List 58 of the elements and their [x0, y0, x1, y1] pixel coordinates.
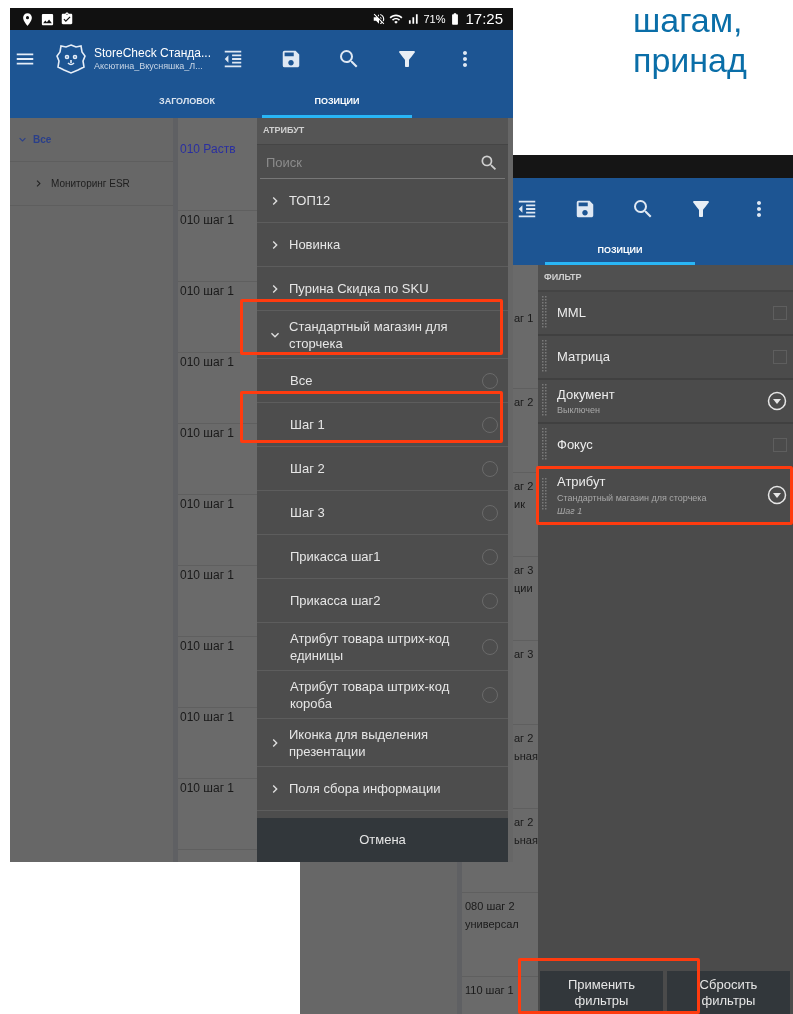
dropdown-circle-icon[interactable] [767, 485, 787, 506]
filter-row[interactable]: Матрица [538, 336, 793, 380]
attribute-item[interactable]: ТОП12 [257, 179, 508, 223]
filter-label: Атрибут [557, 473, 607, 491]
attribute-option[interactable]: Все [257, 359, 508, 403]
mute-icon [372, 12, 387, 26]
cancel-button[interactable]: Отмена [257, 818, 508, 862]
filter-label: MML [557, 304, 587, 323]
slide-heading: принад [633, 40, 747, 80]
slide-heading: шагам, [633, 0, 744, 40]
filter-row[interactable]: MML [538, 292, 793, 336]
filter-row[interactable]: Атрибут Стандартный магазин для сторчека Шаг 1 [538, 468, 793, 525]
attribute-option[interactable]: Шаг 1 [257, 403, 508, 447]
drag-handle-icon [542, 478, 547, 513]
attribute-item[interactable]: Стандартный магазин для сторчека [257, 311, 508, 359]
filter-button[interactable]: Применить фильтры [540, 971, 663, 1014]
app-title: StoreCheck Станда... [94, 45, 213, 61]
app-subtitle: Аксютина_Вкусняшка_Л... [94, 60, 204, 73]
filter-row[interactable]: Фокус [538, 424, 793, 468]
filter-label: Фокус [557, 436, 594, 455]
image-icon [40, 11, 55, 27]
attribute-item[interactable]: Поля сбора информации [257, 767, 508, 811]
drag-handle-icon [542, 428, 547, 462]
attribute-item[interactable]: Иконка для выделения презентации [257, 719, 508, 767]
drag-handle-icon [542, 340, 547, 374]
filter-label: Матрица [557, 348, 612, 367]
tab[interactable]: ЗАГОЛОВОК [112, 88, 262, 118]
wifi-icon [389, 12, 404, 26]
drag-handle-icon [542, 296, 547, 330]
location-pin-icon [20, 11, 35, 27]
indent-icon[interactable] [516, 198, 538, 220]
clock-time: 17:25 [465, 8, 503, 29]
attribute-option[interactable]: Прикасса шаг2 [257, 579, 508, 623]
search-field[interactable]: Поиск [260, 147, 479, 179]
attribute-option[interactable]: Шаг 2 [257, 447, 508, 491]
save-icon[interactable] [280, 48, 302, 70]
clipboard-check-icon [60, 12, 74, 26]
attribute-item[interactable]: Новинка [257, 223, 508, 267]
attribute-item[interactable]: Пурина Скидка по SKU [257, 267, 508, 311]
filter-value: Стандартный магазин для сторчека [557, 491, 708, 505]
attribute-option[interactable]: Прикасса шаг1 [257, 535, 508, 579]
filter-detail: Шаг 1 [557, 505, 584, 518]
attribute-option[interactable]: Атрибут товара штрих-код короба [257, 671, 508, 719]
panel-title: ФИЛЬТР [538, 265, 793, 292]
dropdown-circle-icon[interactable] [767, 391, 787, 411]
signal-icon [406, 12, 421, 26]
battery-percent: 71% [423, 11, 446, 27]
attribute-option[interactable]: Шаг 3 [257, 491, 508, 535]
filter-label: Документ [557, 385, 616, 404]
panel-title: АТРИБУТ [257, 118, 508, 145]
indent-icon[interactable] [222, 48, 244, 70]
filter-button[interactable]: Сбросить фильтры [667, 971, 790, 1014]
save-icon[interactable] [574, 198, 596, 220]
filter-row[interactable]: Документ Выключен [538, 380, 793, 424]
drag-handle-icon [542, 384, 547, 418]
attribute-option[interactable]: Атрибут товара штрих-код единицы [257, 623, 508, 671]
logo-icon [56, 43, 86, 75]
filter-value: Выключен [557, 404, 601, 417]
